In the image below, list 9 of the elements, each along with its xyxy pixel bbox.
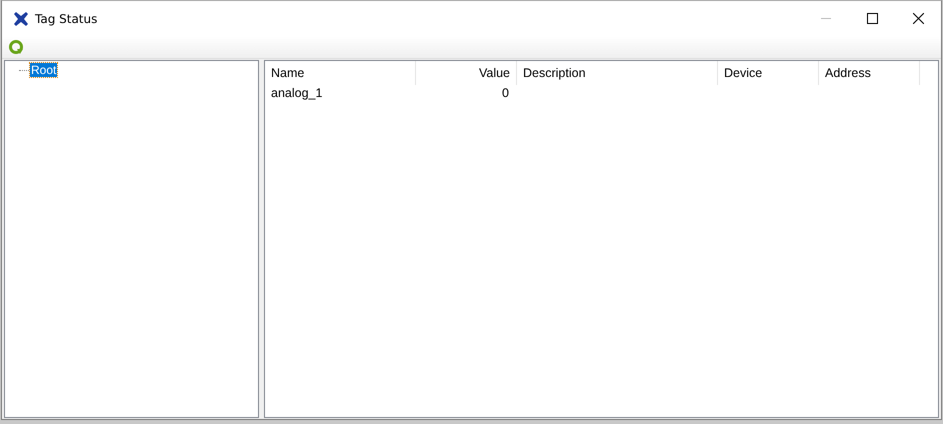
window-title: Tag Status [35, 12, 98, 26]
app-icon [14, 12, 28, 26]
table-cell-text: 0 [501, 85, 510, 102]
tree-item[interactable]: Root [30, 63, 58, 77]
close-icon [912, 13, 924, 24]
minimize-icon [821, 18, 831, 19]
table-cell-text: analog_1 [270, 85, 324, 102]
maximize-icon [866, 13, 878, 24]
refresh-button[interactable] [8, 39, 24, 55]
